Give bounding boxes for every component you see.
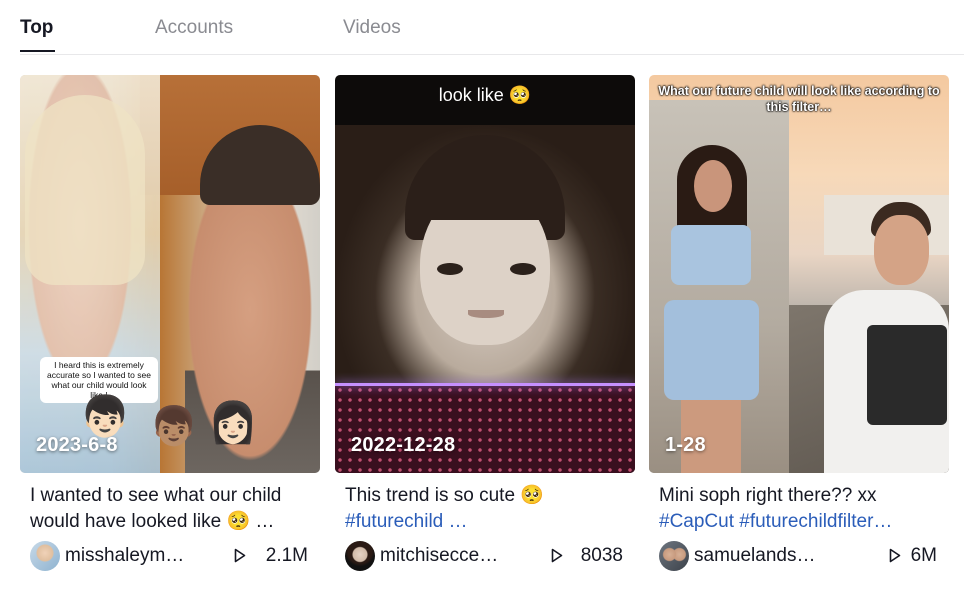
username[interactable]: samuelands…	[694, 545, 815, 567]
active-tab-indicator	[20, 50, 55, 52]
play-outline-icon	[551, 548, 563, 563]
video-caption[interactable]: This trend is so cute 🥺 #futurechild …	[345, 483, 630, 535]
tab-top[interactable]: Top	[20, 16, 53, 40]
boy-emoji: 👦🏻	[80, 395, 130, 439]
caption-text: I wanted to see what our child would hav…	[30, 485, 282, 532]
video-card[interactable]: look like 🥺 2022-12-28 This trend is so …	[335, 75, 635, 571]
hashtag-link[interactable]: #CapCut #futurechildfilter…	[659, 511, 892, 532]
video-caption[interactable]: I wanted to see what our child would hav…	[30, 483, 315, 535]
video-date: 2022-12-28	[351, 434, 456, 456]
woman-emoji: 👩🏻	[208, 401, 258, 445]
username[interactable]: mitchisecce…	[380, 545, 498, 567]
caption-text: Mini soph right there?? xx	[659, 485, 877, 506]
video-thumbnail[interactable]: What our future child will look like acc…	[649, 75, 949, 473]
video-thumbnail[interactable]: look like 🥺 2022-12-28	[335, 75, 635, 473]
video-meta: mitchisecce… 8038	[335, 539, 635, 571]
play-outline-icon	[889, 548, 901, 563]
avatar[interactable]	[659, 541, 689, 571]
play-outline-icon	[234, 548, 246, 563]
video-caption[interactable]: Mini soph right there?? xx #CapCut #futu…	[659, 483, 944, 535]
video-thumbnail[interactable]: I heard this is extremely accurate so I …	[20, 75, 320, 473]
avatar[interactable]	[345, 541, 375, 571]
video-card[interactable]: What our future child will look like acc…	[649, 75, 949, 571]
avatar[interactable]	[30, 541, 60, 571]
video-date: 1-28	[665, 434, 706, 456]
video-meta: samuelands… 6M	[649, 539, 949, 571]
view-count: 8038	[580, 545, 623, 566]
video-date: 2023-6-8	[36, 434, 118, 456]
man-face	[874, 215, 929, 285]
boy-emoji: 👦🏽	[150, 406, 198, 448]
hashtag-link[interactable]: #futurechild …	[345, 511, 468, 532]
video-card[interactable]: I heard this is extremely accurate so I …	[20, 75, 320, 571]
view-count: 6M	[910, 545, 937, 566]
tab-videos[interactable]: Videos	[343, 16, 401, 40]
woman-face	[694, 160, 732, 212]
overlay-caption: look like 🥺	[438, 85, 532, 105]
caption-text: This trend is so cute 🥺	[345, 485, 544, 506]
video-meta: misshaleym… 2.1M	[20, 539, 320, 571]
overlay-caption: What our future child will look like acc…	[658, 84, 940, 114]
view-count: 2.1M	[265, 545, 308, 566]
tab-accounts[interactable]: Accounts	[155, 16, 233, 40]
username[interactable]: misshaleym…	[65, 545, 184, 567]
search-tabs: Top Accounts Videos	[20, 0, 964, 55]
